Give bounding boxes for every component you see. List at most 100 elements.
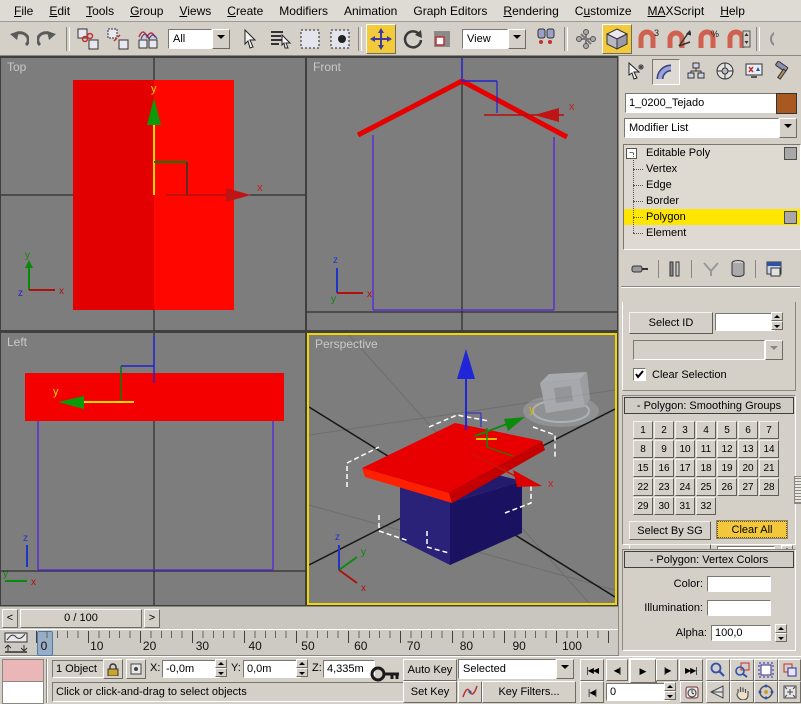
zoom-extents-button[interactable] (754, 659, 778, 681)
smoothing-group-button[interactable]: 26 (717, 478, 737, 496)
collapse-minus-icon[interactable]: − (626, 148, 637, 159)
menu-item[interactable]: MAXScript (640, 1, 713, 21)
illumination-swatch[interactable] (707, 600, 771, 616)
viewport-front[interactable]: x z x y Front (307, 58, 617, 330)
zoom-button[interactable] (706, 659, 730, 681)
stack-item-element[interactable]: Element (624, 225, 800, 241)
clear-selection-checkbox[interactable] (633, 368, 646, 381)
menu-item[interactable]: Create (219, 1, 271, 21)
x-spinner[interactable] (215, 659, 227, 677)
smoothing-group-button[interactable]: 29 (633, 497, 653, 515)
maxscript-listener-line[interactable] (2, 681, 44, 704)
panel-scrollbar[interactable] (794, 476, 801, 504)
smoothing-group-button[interactable]: 6 (738, 421, 758, 439)
smoothing-group-button[interactable]: 32 (696, 497, 716, 515)
tab-motion[interactable] (712, 59, 738, 83)
next-frame-button[interactable]: |▶ (656, 659, 678, 681)
time-slider-prev-button[interactable]: < (2, 609, 18, 628)
select-object-icon[interactable] (236, 25, 264, 53)
smoothing-group-button[interactable]: 9 (654, 440, 674, 458)
color-swatch[interactable] (707, 576, 771, 592)
select-id-spinner[interactable] (771, 312, 783, 330)
z-coordinate-field[interactable]: 4,335m (323, 660, 375, 678)
stack-onoff-box[interactable] (784, 147, 797, 160)
dropdown-arrow-icon[interactable] (212, 29, 230, 49)
y-coordinate-field[interactable]: 0,0m (243, 660, 301, 678)
object-color-swatch[interactable] (776, 93, 797, 114)
menu-item[interactable]: Rendering (495, 1, 566, 21)
smoothing-group-button[interactable]: 15 (633, 459, 653, 477)
window-crossing-toggle-icon[interactable] (326, 25, 354, 53)
smoothing-group-button[interactable]: 24 (675, 478, 695, 496)
clear-all-button[interactable]: Clear All (717, 521, 787, 538)
smoothing-group-button[interactable]: 8 (633, 440, 653, 458)
listener-splitter[interactable] (46, 659, 48, 703)
smoothing-group-button[interactable]: 2 (654, 421, 674, 439)
previous-frame-button[interactable]: ◀| (606, 659, 628, 681)
rectangular-selection-region-icon[interactable] (296, 25, 324, 53)
stack-onoff-box[interactable] (784, 211, 797, 224)
smoothing-group-button[interactable]: 19 (717, 459, 737, 477)
set-key-button[interactable]: Set Key (403, 681, 457, 703)
alpha-field[interactable]: 100,0 (711, 625, 771, 641)
smoothing-group-button[interactable]: 13 (738, 440, 758, 458)
stack-item-editable-poly[interactable]: − Editable Poly (624, 145, 800, 161)
modifier-list-dropdown[interactable]: Modifier List (624, 118, 797, 138)
select-by-sg-button[interactable]: Select By SG (629, 521, 711, 540)
unlink-selection-icon[interactable] (104, 25, 132, 53)
x-coordinate-field[interactable]: -0,0m (162, 660, 220, 678)
smoothing-group-button[interactable]: 3 (675, 421, 695, 439)
show-end-result-icon[interactable] (668, 259, 682, 279)
menu-item[interactable]: Graph Editors (405, 1, 495, 21)
smoothing-group-button[interactable]: 21 (759, 459, 779, 477)
menu-item[interactable]: File (6, 1, 41, 21)
smoothing-group-button[interactable]: 14 (759, 440, 779, 458)
frame-spinner[interactable] (664, 682, 676, 700)
menu-item[interactable]: Tools (78, 1, 122, 21)
toolbar-clipped-button[interactable] (764, 25, 774, 53)
auto-key-button[interactable]: Auto Key (403, 659, 457, 681)
field-of-view-button[interactable] (706, 681, 730, 703)
remove-modifier-icon[interactable] (730, 259, 746, 279)
smoothing-group-button[interactable]: 4 (696, 421, 716, 439)
selection-filter-dropdown[interactable]: All (168, 29, 230, 49)
zoom-all-button[interactable] (730, 659, 754, 681)
dropdown-arrow-icon[interactable] (779, 118, 797, 138)
smoothing-groups-header[interactable]: - Polygon: Smoothing Groups (624, 397, 794, 414)
menu-item[interactable]: Modifiers (271, 1, 336, 21)
go-to-start-button[interactable]: |◀◀ (580, 659, 604, 681)
macro-recorder-line[interactable] (2, 659, 44, 682)
configure-modifier-sets-icon[interactable] (765, 259, 785, 279)
smoothing-group-button[interactable]: 5 (717, 421, 737, 439)
smoothing-group-button[interactable]: 10 (675, 440, 695, 458)
tab-utilities[interactable] (770, 59, 796, 83)
menu-item[interactable]: Group (122, 1, 171, 21)
smoothing-group-button[interactable]: 1 (633, 421, 653, 439)
open-mini-curve-editor-icon[interactable] (3, 632, 31, 657)
smoothing-group-button[interactable]: 31 (675, 497, 695, 515)
smoothing-group-button[interactable]: 12 (717, 440, 737, 458)
stack-item-border[interactable]: Border (624, 193, 800, 209)
stack-item-vertex[interactable]: Vertex (624, 161, 800, 177)
pan-hand-button[interactable] (730, 681, 754, 703)
named-selection-dropdown[interactable] (633, 340, 783, 360)
select-id-button[interactable]: Select ID (629, 312, 713, 334)
smoothing-group-button[interactable]: 25 (696, 478, 716, 496)
select-and-move-button[interactable] (366, 24, 396, 54)
viewport-top[interactable]: y x y x z Top (1, 58, 305, 330)
viewport-perspective[interactable]: y x z y x Perspective (307, 333, 617, 605)
viewport-left[interactable]: y z y x Left (1, 333, 305, 605)
dropdown-arrow-icon[interactable] (556, 659, 574, 679)
time-slider-next-button[interactable]: > (144, 609, 160, 628)
arc-rotate-button[interactable] (754, 681, 778, 703)
current-frame-field[interactable]: 0 (606, 683, 670, 701)
angle-snap-toggle-icon[interactable] (664, 25, 692, 53)
snaps-toggle-button[interactable] (602, 24, 632, 54)
smoothing-group-button[interactable]: 18 (696, 459, 716, 477)
menu-item[interactable]: Help (712, 1, 753, 21)
redo-icon[interactable] (34, 25, 62, 53)
select-and-link-icon[interactable] (74, 25, 102, 53)
tab-display[interactable] (741, 59, 767, 83)
absolute-offset-toggle[interactable] (126, 659, 146, 679)
y-spinner[interactable] (296, 659, 308, 677)
